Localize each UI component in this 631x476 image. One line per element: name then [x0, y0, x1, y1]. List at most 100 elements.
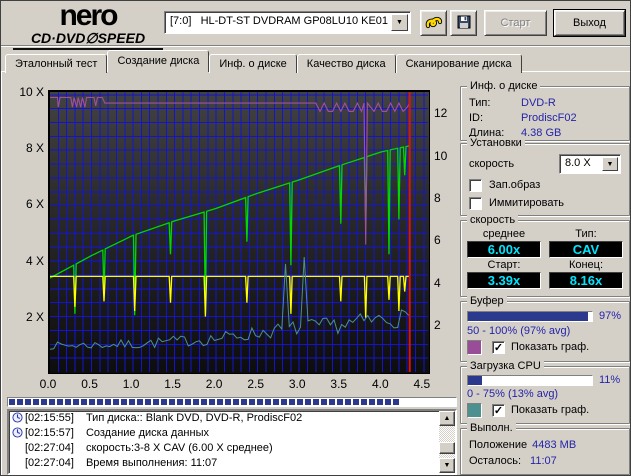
- log-line[interactable]: [02:27:04] Время выполнения: 11:07: [9, 456, 439, 471]
- log-scrollbar[interactable]: ▲ ▼: [439, 411, 455, 473]
- buffer-color-swatch: [467, 339, 482, 355]
- save-icon: [457, 15, 470, 28]
- speed-type-display: CAV: [549, 241, 623, 258]
- log-line[interactable]: [02:15:55] Тип диска:: Blank DVD, DVD-R, …: [9, 411, 439, 426]
- buffer-show-graph-checkbox[interactable]: ✓: [492, 340, 505, 354]
- tab-3[interactable]: Качество диска: [296, 54, 396, 73]
- buffer-group: Буфер 97% 50 - 100% (97% avg) ✓ Показать…: [460, 295, 630, 362]
- tab-2[interactable]: Инф. о диске: [209, 54, 297, 73]
- log-line[interactable]: [02:15:57] Создание диска данных: [9, 426, 439, 441]
- x-tick: 3.5: [330, 377, 348, 391]
- x-tick: 2.5: [247, 377, 265, 391]
- buffer-range: 50 - 100% (97% avg): [467, 325, 571, 337]
- logo-nero-text: nero: [59, 0, 118, 32]
- start-button[interactable]: Старт: [484, 10, 547, 36]
- scroll-up-icon[interactable]: ▲: [439, 411, 455, 426]
- y-right-tick: 2: [434, 318, 441, 333]
- speed-readout-group: скорость среднее Тип: 6.00x CAV Старт: К…: [460, 214, 630, 297]
- write-progress-bar: [7, 397, 457, 407]
- app-window: nero CD·DVD∅SPEED [7:0] HL-DT-ST DVDRAM …: [0, 0, 631, 476]
- clock-icon: [12, 412, 23, 423]
- start-speed-display: 3.39x: [467, 272, 541, 289]
- y-left-tick: 8 X: [25, 141, 44, 156]
- cpu-range: 0 - 75% (13% avg): [467, 388, 559, 400]
- y-right-tick: 8: [434, 190, 441, 205]
- remaining-value: 11:07: [530, 455, 557, 467]
- x-tick: 1.5: [164, 377, 181, 391]
- y-left-tick: 10 X: [19, 85, 44, 100]
- tab-4[interactable]: Сканирование диска: [395, 54, 522, 73]
- write-image-checkbox[interactable]: [469, 178, 482, 192]
- cpu-show-graph-checkbox[interactable]: ✓: [492, 403, 505, 417]
- x-tick: 4.0: [371, 377, 389, 391]
- cpu-percent: 11%: [599, 374, 621, 386]
- x-tick: 0.0: [39, 377, 57, 391]
- group-title: скорость: [467, 214, 519, 226]
- x-tick: 1.0: [122, 377, 140, 391]
- buffer-percent: 97%: [599, 310, 622, 322]
- header-divider: [1, 45, 630, 47]
- tab-1[interactable]: Создание диска: [107, 50, 210, 72]
- scroll-down-icon[interactable]: ▼: [439, 458, 455, 473]
- group-title: Инф. о диске: [467, 80, 541, 92]
- y-right-tick: 6: [434, 233, 441, 248]
- x-tick: 0.5: [81, 377, 98, 391]
- exit-button[interactable]: Выход: [553, 9, 626, 37]
- simulate-checkbox[interactable]: [469, 196, 482, 210]
- logo-cdspeed-text: CD·DVD∅SPEED: [13, 30, 163, 50]
- chevron-down-icon[interactable]: ▼: [602, 157, 618, 171]
- x-tick: 3.0: [288, 377, 306, 391]
- buffer-show-graph-label: Показать граф.: [511, 341, 590, 353]
- log-line[interactable]: [02:27:04] скорость:3-8 X CAV (6.00 X сре…: [9, 441, 439, 456]
- cpu-show-graph-label: Показать граф.: [511, 404, 590, 416]
- speed-select[interactable]: 8.0 X ▼: [559, 154, 621, 174]
- tab-0[interactable]: Эталонный тест: [5, 54, 108, 73]
- group-title: Буфер: [467, 295, 507, 307]
- speed-select-label: скорость: [469, 158, 515, 170]
- tab-page-create-disc: 10 X 8 X 6 X 4 X 2 X 12 10 8 6 4 2 0.0 0.5 1.0 1.5 2.…: [1, 71, 630, 475]
- speed-type-label: Тип:: [575, 228, 597, 240]
- progress-group: Выполн. Положение 4483 MB Осталось: 11:0…: [460, 422, 630, 475]
- save-button[interactable]: [450, 10, 477, 36]
- write-image-label: Зап.образ: [489, 179, 541, 191]
- speed-chart: [48, 90, 430, 374]
- position-value: 4483 MB: [532, 439, 577, 451]
- position-label: Положение: [469, 439, 528, 451]
- group-title: Установки: [467, 137, 525, 149]
- chevron-down-icon[interactable]: ▼: [391, 14, 408, 31]
- scrollbar-thumb[interactable]: [439, 442, 455, 454]
- speed-icon: [425, 16, 442, 28]
- tab-bar: Эталонный тест Создание диска Инф. о диске…: [5, 50, 522, 73]
- speed-select-value: 8.0 X: [565, 157, 591, 169]
- drive-select-value: [7:0] HL-DT-ST DVDRAM GP08LU10 KE01: [170, 15, 389, 27]
- clock-icon: [12, 427, 23, 438]
- end-speed-display: 8.16x: [549, 272, 623, 289]
- x-tick: 2.0: [205, 377, 223, 391]
- disc-id-value: ProdiscF02: [521, 111, 577, 124]
- y-right-tick: 10: [434, 148, 448, 163]
- group-title: Выполн.: [467, 422, 516, 434]
- simulate-label: Иммитировать: [489, 197, 564, 209]
- group-title: Загрузка CPU: [467, 360, 544, 372]
- x-tick: 4.5: [413, 377, 431, 391]
- cpu-color-swatch: [467, 402, 482, 418]
- y-left-tick: 6 X: [25, 197, 44, 212]
- disc-info-group: Инф. о диске Тип: DVD-R ID: ProdiscF02 Д…: [460, 80, 630, 141]
- speed-options-button[interactable]: [420, 10, 447, 36]
- buffer-bar: [467, 310, 593, 322]
- disc-id-label: ID:: [469, 111, 484, 124]
- drive-select[interactable]: [7:0] HL-DT-ST DVDRAM GP08LU10 KE01 ▼: [164, 11, 411, 34]
- disc-type-value: DVD-R: [521, 96, 556, 109]
- disc-length-value: 4.38 GB: [521, 126, 562, 139]
- y-left-tick: 4 X: [25, 253, 44, 268]
- disc-glyph-icon: ∅: [85, 30, 98, 46]
- nero-logo: nero CD·DVD∅SPEED: [13, 0, 163, 50]
- avg-speed-display: 6.00x: [467, 241, 541, 258]
- y-left-tick: 2 X: [25, 309, 44, 324]
- start-speed-label: Старт:: [487, 259, 521, 271]
- y-right-tick: 4: [434, 275, 441, 290]
- cpu-bar: [467, 374, 593, 386]
- end-speed-label: Конец:: [568, 259, 604, 271]
- log-list[interactable]: [02:15:55] Тип диска:: Blank DVD, DVD-R, …: [7, 409, 457, 475]
- cpu-group: Загрузка CPU 11% 0 - 75% (13% avg) ✓ Пок…: [460, 360, 630, 424]
